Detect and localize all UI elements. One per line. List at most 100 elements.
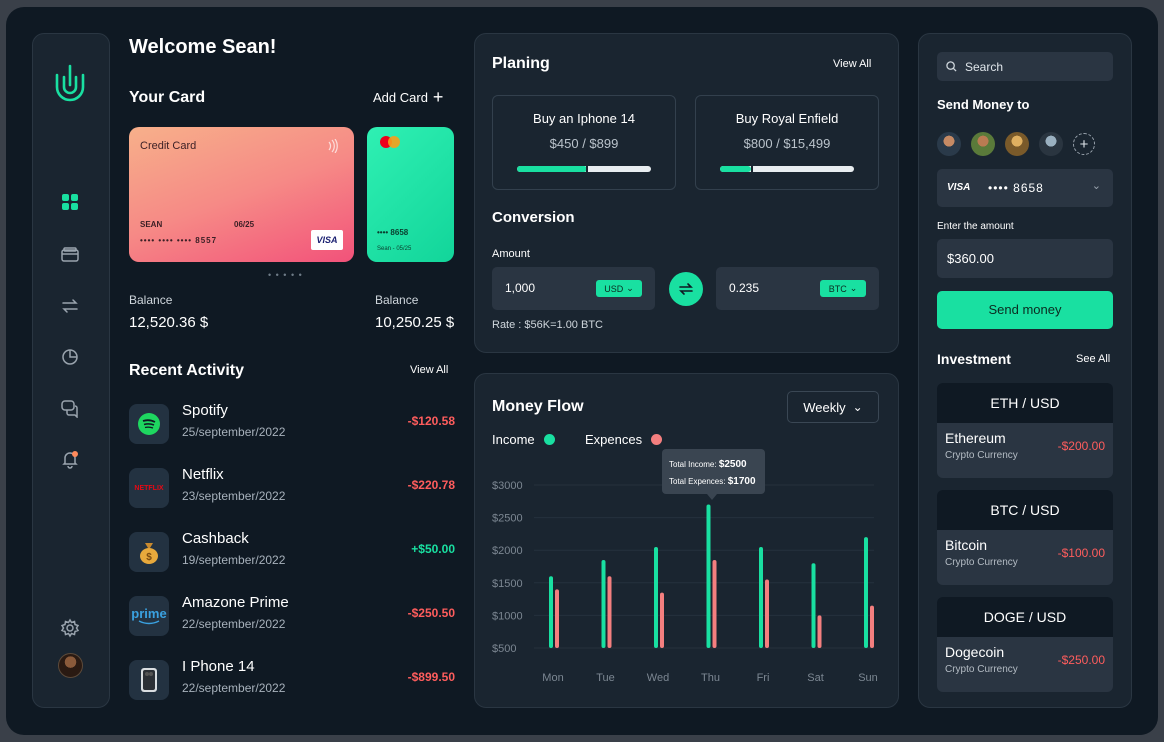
expense-bar[interactable]: [870, 605, 874, 648]
expense-bar[interactable]: [555, 589, 559, 648]
goal-title: Buy an Iphone 14: [533, 111, 635, 126]
netflix-logo-text: NETFLIX: [134, 484, 164, 492]
add-card-label: Add Card: [373, 90, 428, 105]
plus-icon: +: [432, 87, 444, 107]
x-tick-label: Fri: [757, 672, 770, 684]
investment-card[interactable]: ETH / USD Ethereum Crypto Currency -$200…: [937, 383, 1113, 478]
dashboard-icon[interactable]: [58, 190, 82, 214]
activity-name: Cashback: [182, 530, 249, 547]
y-tick-label: $2000: [492, 545, 523, 557]
gear-icon[interactable]: [58, 616, 82, 640]
avatar[interactable]: [1005, 132, 1029, 156]
list-item[interactable]: $ Cashback 19/september/2022 +$50.00: [129, 530, 455, 574]
expense-bar[interactable]: [765, 579, 769, 648]
plan-goal[interactable]: Buy an Iphone 14 $450 / $899: [492, 95, 676, 190]
planning-view-all[interactable]: View All: [833, 58, 871, 70]
add-recipient-button[interactable]: +: [1073, 133, 1095, 155]
income-bar[interactable]: [706, 504, 711, 648]
income-bar[interactable]: [759, 546, 763, 648]
list-item[interactable]: Spotify 25/september/2022 -$120.58: [129, 402, 455, 446]
send-money-button[interactable]: Send money: [937, 291, 1113, 329]
income-bar[interactable]: [654, 546, 658, 648]
card-select[interactable]: VISA •••• 8658 ⌄: [937, 169, 1113, 207]
avatar[interactable]: [1039, 132, 1063, 156]
wallet-icon[interactable]: [58, 243, 82, 267]
card-number: •••• 8658: [377, 228, 409, 237]
from-value: 1,000: [505, 281, 536, 295]
from-amount-input[interactable]: 1,000 USD ⌄: [492, 267, 655, 310]
x-tick-label: Sun: [858, 672, 878, 684]
secondary-card[interactable]: •••• 8658 Sean - 05/25: [367, 127, 454, 262]
search-icon: [946, 61, 957, 72]
expense-bar[interactable]: [607, 576, 612, 648]
add-card-button[interactable]: Add Card +: [373, 87, 444, 107]
transfer-icon[interactable]: [58, 294, 82, 318]
investment-sub: Crypto Currency: [945, 664, 1018, 675]
investment-card[interactable]: DOGE / USD Dogecoin Crypto Currency -$25…: [937, 597, 1113, 692]
visa-brand: VISA: [947, 182, 971, 193]
chevron-down-icon: ⌄: [1091, 180, 1101, 192]
prime-icon: prime: [129, 596, 169, 636]
chevron-down-icon: ⌄: [626, 283, 634, 293]
chevron-down-icon: ⌄: [849, 283, 858, 293]
avatar[interactable]: [937, 132, 961, 156]
spotify-icon: [129, 404, 169, 444]
plan-goal[interactable]: Buy Royal Enfield $800 / $15,499: [695, 95, 879, 190]
pie-chart-icon[interactable]: [58, 345, 82, 369]
y-tick-label: $1000: [492, 610, 523, 622]
investment-see-all[interactable]: See All: [1076, 353, 1110, 365]
activity-view-all[interactable]: View All: [410, 364, 448, 376]
investment-sub: Crypto Currency: [945, 450, 1018, 461]
goal-value: $800 / $15,499: [743, 136, 831, 151]
from-currency-select[interactable]: USD ⌄: [596, 280, 642, 297]
svg-text:$: $: [146, 552, 152, 563]
u-logo-icon[interactable]: [52, 63, 88, 105]
prime-logo-text: prime: [131, 605, 167, 621]
investment-amount: -$250.00: [1057, 653, 1105, 667]
swap-icon: [679, 283, 693, 295]
activity-date: 19/september/2022: [182, 553, 286, 567]
list-item[interactable]: I Phone 14 22/september/2022 -$899.50: [129, 658, 455, 702]
legend-income-dot: [543, 434, 555, 445]
activity-amount: +$50.00: [411, 542, 455, 556]
investment-amount: -$100.00: [1057, 546, 1105, 560]
y-tick-label: $1500: [492, 578, 523, 590]
goal-value: $450 / $899: [549, 136, 619, 151]
investment-title: Investment: [937, 351, 1011, 367]
activity-name: Spotify: [182, 402, 228, 419]
search-placeholder: Search: [965, 59, 1004, 74]
list-item[interactable]: prime Amazone Prime 22/september/2022 -$…: [129, 594, 455, 638]
avatar[interactable]: [971, 132, 995, 156]
balance-value: 12,520.36 $: [129, 314, 209, 331]
search-input[interactable]: Search: [937, 52, 1113, 81]
expense-bar[interactable]: [660, 592, 664, 648]
conversion-title: Conversion: [492, 209, 575, 226]
to-currency-select[interactable]: BTC ⌄: [820, 280, 866, 297]
income-bar[interactable]: [549, 576, 553, 648]
balance-label: Balance: [375, 293, 419, 307]
swap-button[interactable]: [669, 272, 703, 306]
period-select[interactable]: Weekly ⌄: [787, 391, 879, 423]
visa-logo: VISA: [311, 230, 343, 250]
card-pagination[interactable]: • • • • •: [268, 270, 303, 280]
netflix-icon: NETFLIX: [129, 468, 169, 508]
income-bar[interactable]: [811, 563, 816, 648]
chat-icon[interactable]: [58, 396, 82, 420]
avatar[interactable]: [58, 653, 83, 678]
balance-value: 10,250.25 $: [375, 314, 455, 331]
bell-icon[interactable]: [58, 447, 82, 471]
credit-card[interactable]: Credit Card SEAN 06/25 •••• •••• •••• 85…: [129, 127, 354, 262]
list-item[interactable]: NETFLIX Netflix 23/september/2022 -$220.…: [129, 466, 455, 510]
expense-bar[interactable]: [817, 615, 822, 648]
to-amount-input[interactable]: 0.235 BTC ⌄: [716, 267, 879, 310]
tooltip-expense-label: Total Expences:: [669, 477, 726, 486]
expense-bar[interactable]: [712, 559, 717, 648]
investment-name: Dogecoin: [945, 644, 1005, 660]
activity-amount: -$220.78: [407, 478, 455, 492]
investment-card[interactable]: BTC / USD Bitcoin Crypto Currency -$100.…: [937, 490, 1113, 585]
legend-income: Income: [492, 432, 555, 447]
amount-input[interactable]: $360.00: [937, 239, 1113, 278]
income-bar[interactable]: [864, 537, 868, 648]
investment-sub: Crypto Currency: [945, 557, 1018, 568]
income-bar[interactable]: [601, 559, 606, 648]
